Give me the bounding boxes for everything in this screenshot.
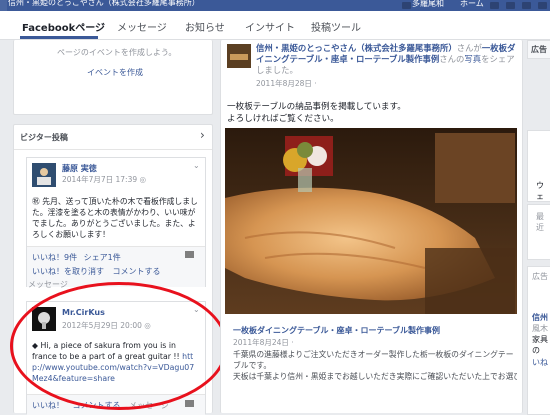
- avatar[interactable]: [32, 163, 56, 187]
- post-as-selector-icon[interactable]: [185, 251, 194, 258]
- shared-timestamp[interactable]: 2011年8月24日 ·: [233, 337, 294, 348]
- messages-icon[interactable]: [506, 2, 515, 9]
- notifications-icon[interactable]: [522, 2, 531, 9]
- post-photo[interactable]: [225, 128, 517, 314]
- privacy-icon[interactable]: [538, 2, 547, 9]
- chevron-right-icon[interactable]: ›: [200, 128, 205, 142]
- post-author[interactable]: 藤原 実徳: [62, 163, 97, 174]
- likes-count[interactable]: いいね！9件: [32, 253, 77, 262]
- right-panel-b: 最近: [527, 204, 550, 260]
- tab-messages[interactable]: メッセージ: [117, 19, 167, 34]
- page-logo-icon: [227, 44, 251, 68]
- create-event-link[interactable]: イベントを作成: [87, 67, 143, 78]
- share-headline: 信州・黒姫のとっこやさん（株式会社多羅尾事務所）さんが一枚板ダイニングテーブル・…: [256, 43, 516, 75]
- events-card: ページのイベントを作成しよう。 イベントを作成: [13, 40, 213, 115]
- home-link[interactable]: ホーム: [460, 0, 484, 9]
- user-name[interactable]: 多羅尾和: [412, 0, 444, 9]
- tab-facebook-page[interactable]: Facebookページ: [22, 19, 105, 34]
- top-bar: 信州・黒姫のとっこやさん（株式会社多羅尾事務所） 多羅尾和 ホーム: [0, 0, 550, 11]
- avatar-image-icon: [32, 163, 56, 187]
- right-panel-a: ウェ: [527, 130, 550, 202]
- right-panel-ads: 広告 信州 風木 家具の いね: [527, 266, 550, 415]
- page-name-link[interactable]: 信州・黒姫のとっこやさん（株式会社多羅尾事務所）: [256, 43, 457, 53]
- page-name-crumb[interactable]: 信州・黒姫のとっこやさん（株式会社多羅尾事務所）: [8, 0, 200, 8]
- visitor-posts-header: ビジター投稿: [20, 133, 68, 142]
- shared-text: 千葉県の進藤様よりご注文いただきオーダー製作した栃一枚板のダイニングテーブルです…: [233, 350, 517, 381]
- right-panel-top: 広告: [527, 40, 550, 59]
- chevron-down-icon[interactable]: ⌄: [193, 161, 200, 170]
- unlike-link[interactable]: いいね！を取り消す: [32, 267, 104, 276]
- profile-thumb-icon[interactable]: [402, 2, 411, 9]
- facebook-logo-icon[interactable]: [0, 0, 7, 11]
- post-as-selector-icon[interactable]: [185, 400, 194, 407]
- post-text: ㊗ 先月、送って頂いた朴の木で看板作成しました。淫漆を塗ると木の表情がかわり、い…: [32, 197, 198, 239]
- message-link[interactable]: メッセージ: [28, 279, 68, 290]
- tab-publishing-tools[interactable]: 投稿ツール: [311, 19, 361, 34]
- tab-notifications[interactable]: お知らせ: [185, 19, 225, 34]
- events-hint: ページのイベントを作成しよう。: [57, 48, 177, 57]
- post-body-line-2: よろしければご覧ください。: [227, 114, 339, 124]
- like-link[interactable]: いいね！: [32, 401, 64, 410]
- page-avatar[interactable]: [227, 44, 251, 68]
- visitor-post: 藤原 実徳 2014年7月7日 17:39 ◎ ⌄ ㊗ 先月、送って頂いた朴の木…: [26, 157, 206, 287]
- page-nav: Facebookページ メッセージ お知らせ インサイト 投稿ツール: [0, 11, 550, 40]
- comment-link[interactable]: コメントする: [113, 267, 161, 276]
- photo-link[interactable]: 写真: [464, 54, 481, 64]
- shared-album-title[interactable]: 一枚板ダイニングテーブル・座卓・ローテーブル製作事例: [233, 325, 440, 336]
- friend-requests-icon[interactable]: [490, 2, 499, 9]
- divider: [14, 149, 212, 150]
- red-highlight-oval: [10, 282, 228, 410]
- tab-insights[interactable]: インサイト: [245, 19, 295, 34]
- post-body-line-1: 一枚板テーブルの納品事例を掲載しています。: [227, 102, 406, 112]
- post-timestamp[interactable]: 2014年7月7日 17:39 ◎: [62, 174, 146, 185]
- post-timestamp[interactable]: 2011年8月28日 ·: [256, 78, 317, 89]
- shares-count[interactable]: シェア1件: [84, 253, 121, 262]
- active-tab-indicator: [20, 36, 98, 39]
- wooden-table-image: [225, 128, 517, 314]
